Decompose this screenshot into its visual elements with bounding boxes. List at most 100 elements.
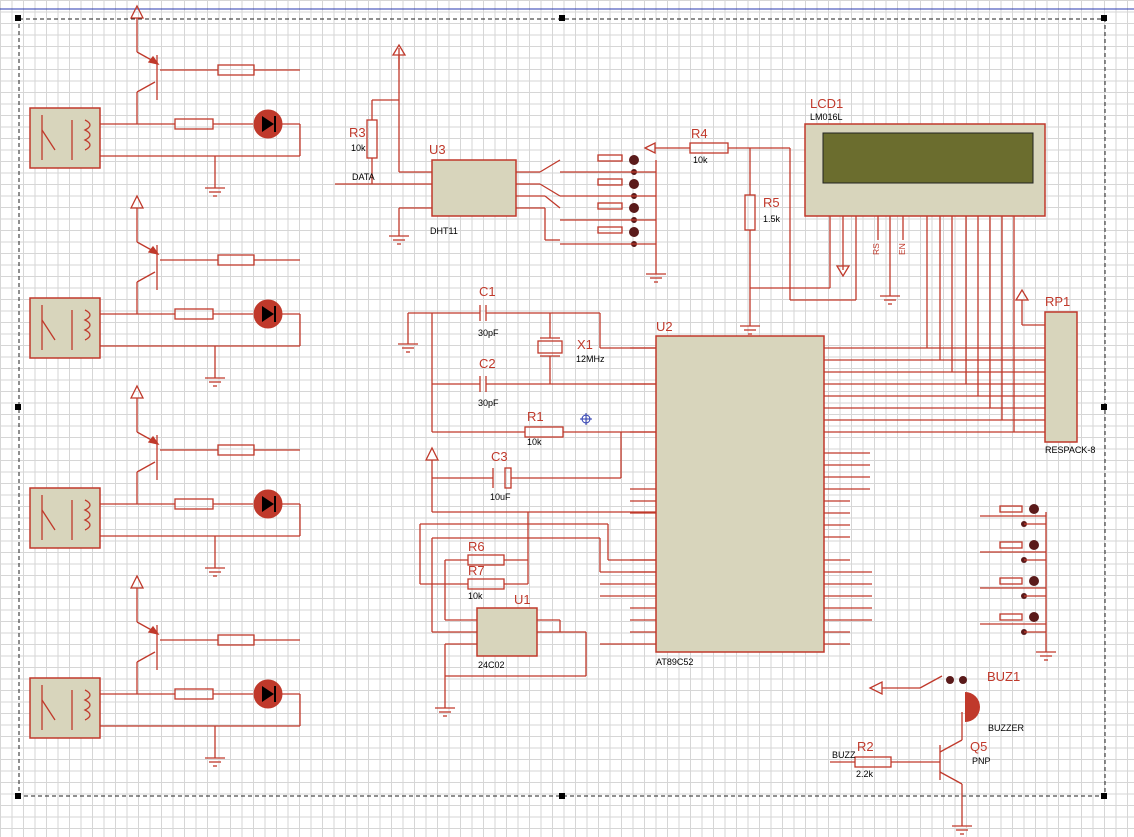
wire <box>136 81 156 93</box>
relay-channel-2[interactable] <box>29 194 301 387</box>
c3-label: C3 <box>491 449 508 464</box>
base-resistor <box>217 64 255 76</box>
oscillator-reset: C1 30pF C2 30pF X1 12MHz R1 10k C3 10uF <box>397 284 656 513</box>
ground-icon <box>204 559 226 577</box>
c1-label: C1 <box>479 284 496 299</box>
schematic-canvas: R3 10k DATA U3 DHT11 R4 10k R5 1.5k LCD1… <box>0 4 1134 835</box>
respack-part: RESPACK-8 <box>1045 445 1095 455</box>
r7-resistor[interactable] <box>467 578 505 590</box>
r3-resistor[interactable] <box>366 119 378 159</box>
eeprom-body <box>476 607 538 657</box>
base-resistor <box>217 634 255 646</box>
eeprom-ref: U1 <box>514 592 531 607</box>
lcd-display[interactable]: LCD1 LM016L RS EN <box>790 96 1046 305</box>
r5-resistor[interactable] <box>744 194 756 231</box>
lcd-rs-net: RS <box>871 243 881 255</box>
relay-body <box>29 107 101 169</box>
r4-resistor[interactable] <box>689 142 729 154</box>
switch-cap <box>597 226 623 234</box>
ground-icon <box>434 699 456 717</box>
r1-label: R1 <box>527 409 544 424</box>
ground-icon <box>204 179 226 197</box>
switch-cap <box>597 202 623 210</box>
schematic-sheet: R3 10k DATA U3 DHT11 R4 10k R5 1.5k LCD1… <box>0 0 1134 837</box>
r5-value: 1.5k <box>763 214 781 224</box>
relay-channels <box>29 4 301 767</box>
power-arrow-icon <box>129 574 145 589</box>
button-cap <box>999 613 1023 621</box>
relay-body <box>29 487 101 549</box>
switch-cap <box>597 178 623 186</box>
q5-label: Q5 <box>970 739 987 754</box>
switch-contact <box>629 179 639 189</box>
button-contact <box>1029 612 1039 622</box>
push-buttons <box>980 504 1046 635</box>
q5-type: PNP <box>972 756 991 766</box>
mcu-at89c52[interactable]: U2 AT89C52 <box>600 240 1045 667</box>
c3-value: 10uF <box>490 492 511 502</box>
r7-label: R7 <box>468 563 485 578</box>
r7-value: 10k <box>468 591 483 601</box>
r4-value: 10k <box>693 155 708 165</box>
respack-body <box>1044 311 1078 443</box>
button-cap <box>999 541 1023 549</box>
button-ok[interactable] <box>980 504 1046 527</box>
ground-icon <box>397 335 419 353</box>
led-resistor <box>174 688 214 700</box>
r2-value: 2.2k <box>856 769 874 779</box>
ground-icon <box>739 317 761 335</box>
switch-contact <box>629 203 639 213</box>
button-add[interactable] <box>980 576 1046 599</box>
ground-icon <box>879 287 901 305</box>
eeprom-part: 24C02 <box>478 660 505 670</box>
lcd-part: LM016L <box>810 112 843 122</box>
led-resistor <box>174 118 214 130</box>
mcu-ref: U2 <box>656 319 673 334</box>
r6-label: R6 <box>468 539 485 554</box>
relay-channel-1[interactable] <box>29 4 301 197</box>
switch-contact <box>629 227 639 237</box>
dht11-sensor[interactable]: R3 10k DATA U3 DHT11 R4 10k R5 1.5k <box>335 44 830 335</box>
c2-label: C2 <box>479 356 496 371</box>
r2-resistor[interactable] <box>854 756 892 768</box>
button-set[interactable] <box>980 540 1046 563</box>
buzz-net: BUZZ <box>832 750 856 760</box>
relay-channel-3[interactable] <box>29 384 301 577</box>
power-arrow-icon <box>129 4 145 19</box>
switch-contact <box>629 155 639 165</box>
r1-resistor[interactable] <box>524 426 564 438</box>
lcd-screen <box>822 132 1034 184</box>
power-arrow-icon <box>129 384 145 399</box>
x1-label: X1 <box>577 337 593 352</box>
wire <box>136 271 156 283</box>
ground-icon <box>645 265 667 283</box>
lcd-pins <box>829 216 1015 240</box>
mcu-body <box>655 335 825 653</box>
relay-channel-4[interactable] <box>29 574 301 767</box>
buzzer-circuit[interactable]: BUZ1 BUZZER Q5 PNP BUZZ R2 2.2k <box>830 669 1025 835</box>
crystal-x1[interactable] <box>537 340 563 354</box>
lcd-en-net: EN <box>897 243 907 255</box>
respack-ref: RP1 <box>1045 294 1070 309</box>
dht11-ref: U3 <box>429 142 446 157</box>
r4-label: R4 <box>691 126 708 141</box>
ground-icon <box>951 817 973 835</box>
x1-value: 12MHz <box>576 354 605 364</box>
wire <box>136 651 156 663</box>
buzzer-icon <box>965 692 980 722</box>
r3-label: R3 <box>349 125 366 140</box>
button-cap <box>999 505 1023 513</box>
eeprom-24c02[interactable]: U1 24C02 R6 R7 10k <box>419 512 656 717</box>
button-contact <box>1029 504 1039 514</box>
buzzer-ref: BUZ1 <box>987 669 1020 684</box>
power-arrow-icon <box>129 194 145 209</box>
dht-data-net: DATA <box>352 172 375 182</box>
led-resistor <box>174 308 214 320</box>
button-cap <box>999 577 1023 585</box>
base-resistor <box>217 444 255 456</box>
ground-icon <box>204 369 226 387</box>
r1-value: 10k <box>527 437 542 447</box>
button-dec[interactable] <box>980 612 1046 635</box>
r3-value: 10k <box>351 143 366 153</box>
mcu-part: AT89C52 <box>656 657 693 667</box>
